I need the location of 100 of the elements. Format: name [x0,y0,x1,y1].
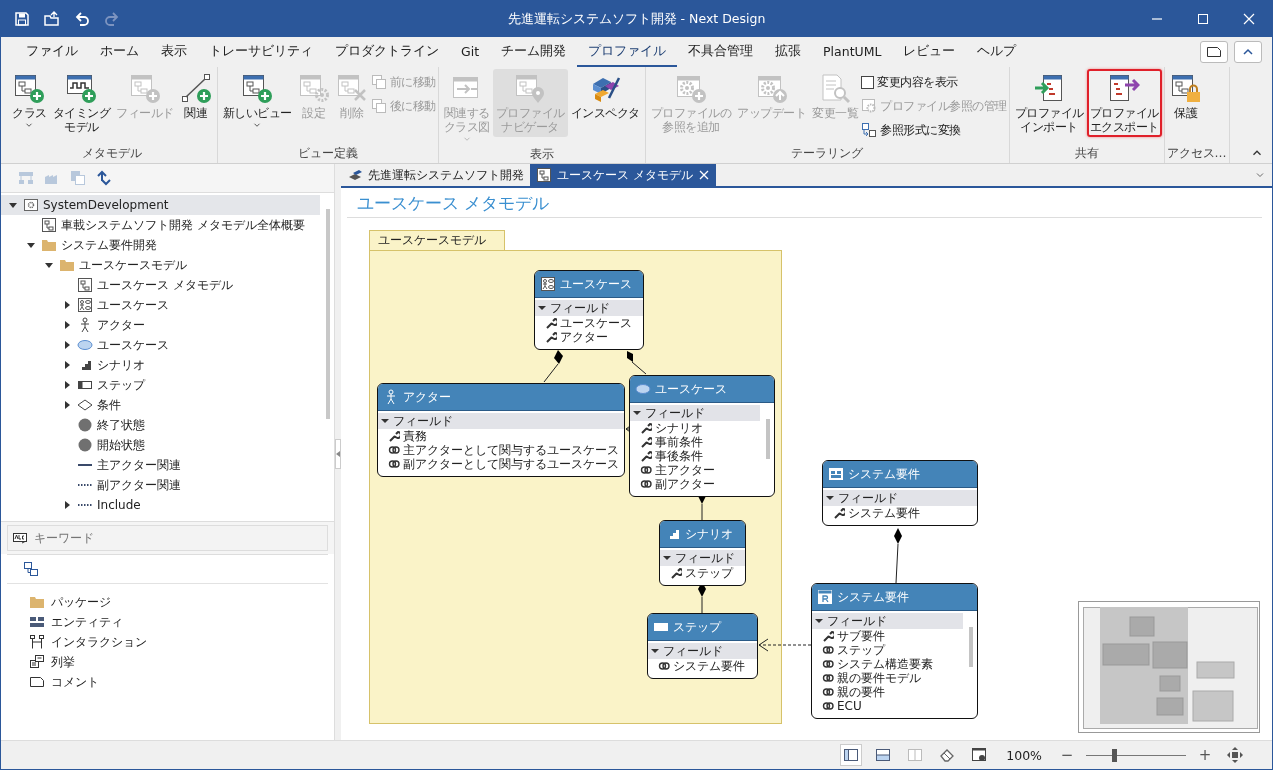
ribbon-tab[interactable]: 表示 [150,37,198,67]
ribbon-tab[interactable]: PlantUML [812,38,893,66]
ribbon-tab[interactable]: 不具合管理 [677,37,765,67]
window-gear-icon [861,98,877,114]
ribbon-tab[interactable]: トレーサビリティ [198,37,324,67]
minimap-drawing[interactable] [1078,601,1260,733]
diagram-lock-icon [1169,72,1202,104]
feedback-button[interactable] [1200,41,1228,63]
class-node[interactable]: ユースケース フィールド シナリオ 事前条件 事後条件 主アクター 副アクター [629,375,775,497]
class-node[interactable]: ステップ フィールド システム要件 [647,613,758,679]
toolbar-button[interactable] [95,169,113,187]
checkbox[interactable] [861,75,874,89]
palette-item[interactable]: エンティティ [29,612,334,632]
tree-item[interactable]: システム要件開発 [1,235,320,255]
caret-right-icon[interactable] [62,340,72,350]
node-title: システム要件 [848,465,920,483]
ribbon-button[interactable]: クラス [9,69,50,133]
tree-item[interactable]: SystemDevelopment [1,195,320,215]
layout-columns-icon [907,747,924,763]
ribbon-tab[interactable]: レビュー [892,37,967,67]
caret-right-icon[interactable] [62,400,72,410]
caret-down-icon[interactable] [26,240,36,250]
ribbon-tab[interactable]: ヘルプ [966,37,1028,67]
caret-right-icon[interactable] [62,300,72,310]
close-icon[interactable] [697,169,710,181]
ribbon-button[interactable]: 関連 [176,69,215,123]
window-gear-icon [971,747,988,763]
tree-item[interactable]: ユースケース [1,335,320,355]
tree-item[interactable]: 終了状態 [1,415,320,435]
ribbon-button[interactable]: プロファイル インポート [1011,69,1087,137]
class-node[interactable]: アクター フィールド 責務 主アクターとして関与するユースケース 副アクターとして関与するユースケース [377,383,625,477]
ribbon-button[interactable]: タイミング モデル [49,69,113,137]
ribbon-button[interactable]: プロファイル エクスポート [1086,69,1162,137]
ribbon-tab[interactable]: プロファイル [577,37,678,67]
field-label: システム構造要素 [837,656,933,672]
tree-item[interactable]: ユースケースモデル [1,255,320,275]
layout-button[interactable] [840,744,863,766]
palette-item[interactable]: 列挙 [29,652,334,672]
tree-item[interactable]: 副アクター関連 [1,475,320,495]
tree-item[interactable]: ユースケース メタモデル [1,275,320,295]
section-header[interactable]: フィールド [630,405,760,421]
show-changes-checkbox[interactable]: 変更内容を表示 [861,72,1007,92]
caret-right-icon[interactable] [62,380,72,390]
palette-item[interactable]: コメント [29,672,334,692]
palette-item[interactable]: パッケージ [29,592,334,612]
class-node[interactable]: シナリオ フィールド ステップ [659,520,746,586]
zoom-in-button[interactable]: + [1196,746,1214,764]
diagram-arrow-icon [1033,72,1065,104]
caret-right-icon[interactable] [62,320,72,330]
caret-down-icon[interactable] [44,260,54,270]
class-node[interactable]: ユースケース フィールド ユースケース アクター [534,270,644,350]
ribbon-tab[interactable]: Git [450,38,491,66]
diagram-title: ユースケース メタモデル [347,192,1262,218]
wrench-icon [388,430,400,442]
ribbon-tab[interactable]: ファイル [15,37,89,67]
caret-down-icon[interactable] [8,200,18,210]
section-header[interactable]: フィールド [535,300,643,316]
diagram-icon [536,167,552,183]
section-header[interactable]: フィールド [378,413,624,429]
ellipse-icon [77,337,93,353]
tree-item[interactable]: 車載システムソフト開発 メタモデル全体概要 [1,215,320,235]
ribbon-tab[interactable]: プロダクトライン [324,37,450,67]
section-header[interactable]: フィールド [660,550,745,566]
ribbon-button[interactable]: インスペクタ [567,69,643,123]
slider-thumb[interactable] [1112,748,1117,762]
tree-item[interactable]: ステップ [1,375,320,395]
document-tab[interactable]: ユースケース メタモデル [530,164,716,186]
group-label: ビュー定義 [296,146,359,162]
tree-item[interactable]: シナリオ [1,355,320,375]
tree-item[interactable]: 開始状態 [1,435,320,455]
collapse-arrow-icon[interactable] [334,450,342,458]
class-node[interactable]: システム要件 フィールド サブ要件 ステップ システム構造要素 親の要件モデル 親の要件 ECU [811,583,978,719]
link-rings-icon [640,478,652,490]
ribbon-button[interactable]: 新しいビュー [219,69,295,133]
zoom-out-button[interactable]: − [1058,746,1076,764]
caret-right-icon[interactable] [62,360,72,370]
wrench-icon [545,331,557,343]
section-header[interactable]: フィールド [812,613,963,629]
ribbon-tab[interactable]: チーム開発 [490,37,578,67]
search-field[interactable]: キーワード [7,525,328,551]
section-header[interactable]: フィールド [823,490,977,506]
section-header[interactable]: フィールド [648,643,757,659]
tree-item[interactable]: ユースケース [1,295,320,315]
section-label: フィールド [663,642,723,660]
ribbon-button[interactable]: 保護 [1166,69,1205,123]
zoom-slider[interactable] [1086,748,1186,762]
document-tab[interactable]: 先進運転システムソフト開発 [341,164,530,186]
palette-item[interactable]: インタラクション [29,632,334,652]
ribbon-tab[interactable]: ホーム [89,37,150,67]
boxes-icon [828,466,844,482]
diagram-pin-icon [514,72,546,104]
ribbon-tab[interactable]: 拡張 [764,37,813,67]
tree-item[interactable]: Include [1,495,320,515]
tree-item[interactable]: アクター [1,315,320,335]
class-node[interactable]: システム要件 フィールド システム要件 [822,460,978,526]
caret-right-icon[interactable] [62,500,72,510]
tree-item[interactable]: 条件 [1,395,320,415]
ribbon-button[interactable]: 参照形式に変換 [861,120,1007,140]
tree-item[interactable]: 主アクター関連 [1,455,320,475]
folder-icon [59,257,75,273]
